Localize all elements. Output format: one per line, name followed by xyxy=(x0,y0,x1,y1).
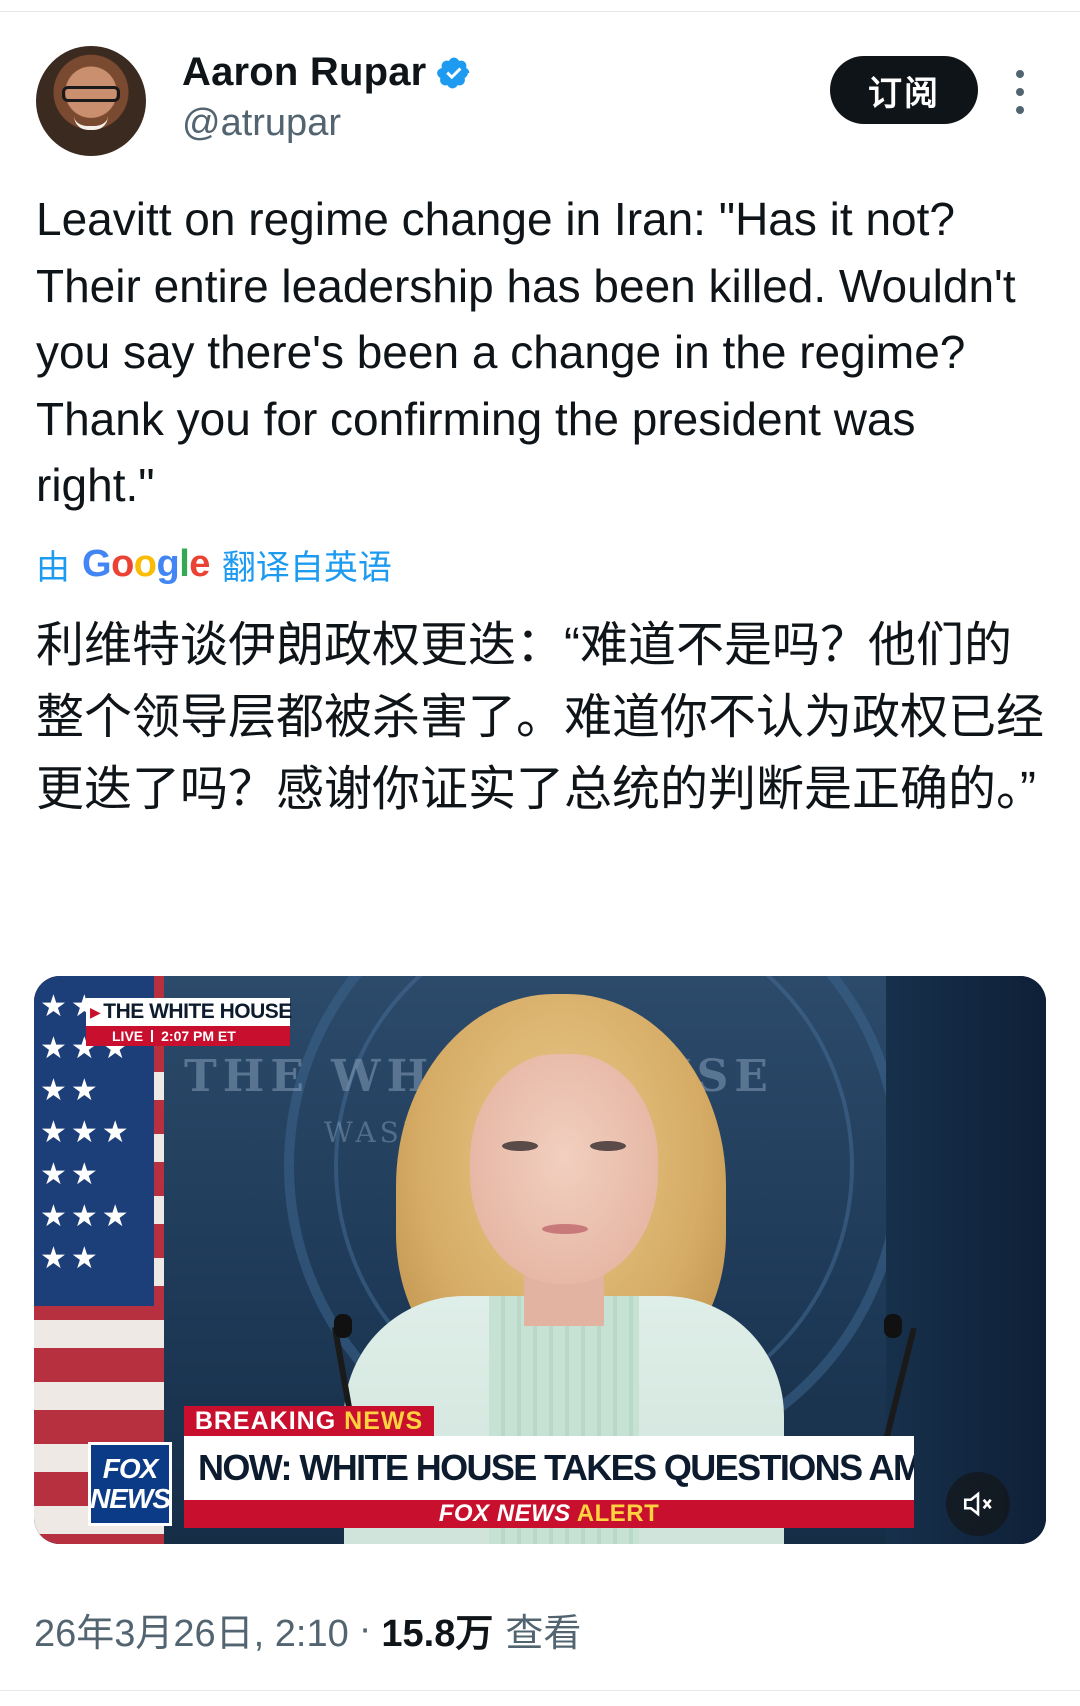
play-triangle-icon: ▶ xyxy=(90,1003,101,1020)
location-bug-text: THE WHITE HOUSE xyxy=(103,1000,292,1023)
live-bar: LIVE 2:07 PM ET xyxy=(86,1026,290,1046)
video-player[interactable]: THE WHITE HOUSE WASH ★★ ★★★ ★★ ★★★ ★★ ★★… xyxy=(34,976,1046,1544)
microphone-head xyxy=(334,1314,352,1338)
author-display-name[interactable]: Aaron Rupar xyxy=(182,50,426,95)
views-label: 查看 xyxy=(505,1613,582,1655)
live-time: 2:07 PM ET xyxy=(161,1028,236,1044)
more-options-icon[interactable] xyxy=(1010,70,1030,114)
speaker-eye xyxy=(590,1141,626,1151)
fox-news-logo: FOX NEWS xyxy=(88,1442,172,1526)
tweet-text: Leavitt on regime change in Iran: "Has i… xyxy=(36,193,1016,511)
translate-prefix: 由 xyxy=(36,549,70,587)
avatar-glasses xyxy=(62,86,120,102)
logo-line-2: NEWS xyxy=(90,1483,171,1514)
more-dot xyxy=(1016,70,1024,78)
speaker-muted-icon xyxy=(963,1491,992,1517)
tweet-meta: 26年3月26日, 2:10 · 15.8万 查看 xyxy=(34,1602,581,1657)
avatar-smile xyxy=(74,116,108,130)
fox-news-alert-bar: FOX NEWS ALERT xyxy=(184,1500,914,1528)
translation-attribution[interactable]: 由 Google 翻译自英语 xyxy=(36,540,392,589)
alert-word: ALERT xyxy=(576,1500,660,1527)
breaking-news-tag: BREAKING NEWS xyxy=(184,1406,434,1436)
views-count: 15.8万 xyxy=(381,1613,494,1655)
author-handle[interactable]: @atrupar xyxy=(182,102,341,145)
avatar[interactable] xyxy=(36,46,146,156)
top-divider xyxy=(0,0,1080,12)
subscribe-button[interactable]: 订阅 xyxy=(830,56,978,124)
microphone-head xyxy=(884,1314,902,1338)
speaker-eye xyxy=(502,1141,538,1151)
speaker-mouth xyxy=(542,1224,588,1234)
translate-suffix: 翻译自英语 xyxy=(221,549,392,587)
bottom-divider xyxy=(0,1690,1080,1691)
alert-brand: FOX NEWS xyxy=(438,1500,571,1527)
live-label: LIVE xyxy=(112,1028,144,1044)
live-separator xyxy=(151,1030,154,1042)
logo-line-1: FOX xyxy=(102,1453,159,1484)
location-bug-title: ▶ THE WHITE HOUSE xyxy=(86,998,292,1026)
breaking-news-label: NEWS xyxy=(344,1406,424,1435)
speaker-face xyxy=(470,1054,658,1284)
mute-button[interactable] xyxy=(946,1472,1010,1536)
tweet-timestamp[interactable]: 26年3月26日, 2:10 xyxy=(34,1602,349,1657)
location-bug: ▶ THE WHITE HOUSE LIVE 2:07 PM ET xyxy=(86,998,292,1046)
more-dot xyxy=(1016,106,1024,114)
chyron-headline: NOW: WHITE HOUSE TAKES QUESTIONS AMID WA… xyxy=(184,1436,914,1500)
google-logo: Google xyxy=(82,543,210,585)
verified-badge-icon xyxy=(437,57,470,88)
more-dot xyxy=(1016,88,1024,96)
author-name-row[interactable]: Aaron Rupar xyxy=(182,50,472,95)
breaking-label: BREAKING xyxy=(194,1406,337,1435)
meta-separator: · xyxy=(358,1608,372,1650)
translated-text: 利维特谈伊朗政权更迭：“难道不是吗？他们的整个领导层都被杀害了。难道你不认为政权… xyxy=(36,619,1045,816)
